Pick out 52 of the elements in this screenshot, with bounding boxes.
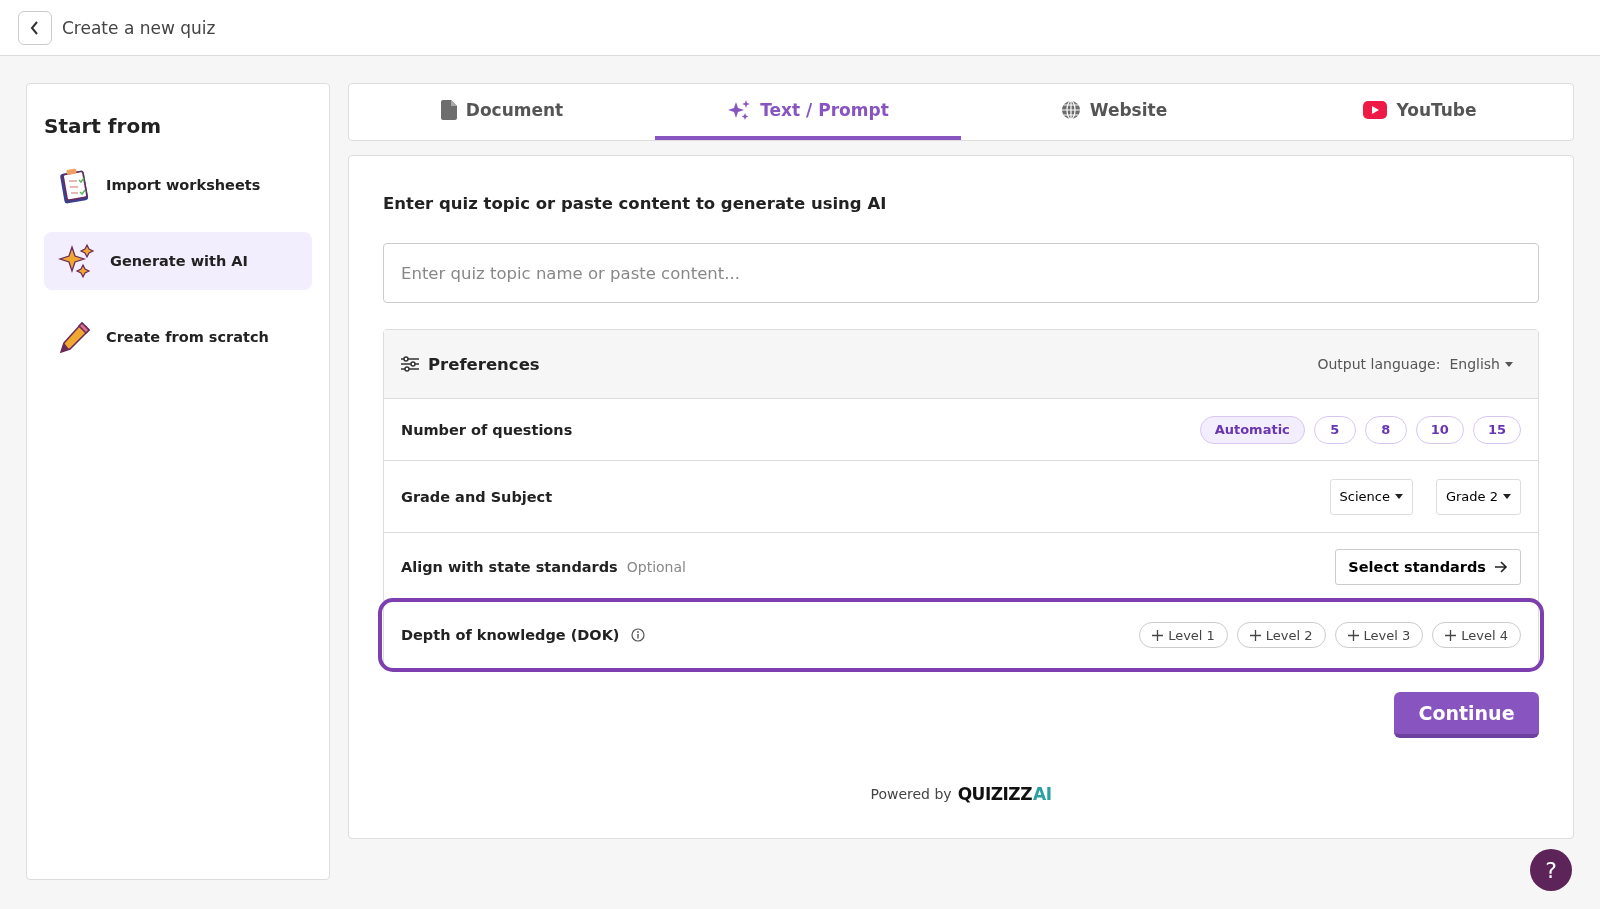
level-chip[interactable]: Level 1 xyxy=(1139,622,1228,648)
count-chip[interactable]: 8 xyxy=(1364,415,1407,444)
optional-note: Optional xyxy=(626,558,686,575)
count-chip[interactable]: 15 xyxy=(1472,415,1521,444)
pencil-icon xyxy=(58,320,92,354)
level-chip[interactable]: Level 2 xyxy=(1236,622,1326,648)
count-chip[interactable]: Automatic xyxy=(1199,415,1305,444)
caret-icon xyxy=(1505,361,1513,367)
select-dropdown[interactable]: Science xyxy=(1329,478,1413,515)
source-tab[interactable]: Text / Prompt xyxy=(655,84,961,140)
count-chip[interactable]: 10 xyxy=(1415,415,1464,444)
row-label: Depth of knowledge (DOK) xyxy=(401,627,620,643)
source-tab[interactable]: Website xyxy=(961,84,1267,140)
sidebar-title: Start from xyxy=(44,114,162,138)
preferences-title: Preferences xyxy=(428,354,540,374)
level-chip[interactable]: Level 4 xyxy=(1432,622,1521,648)
sparkles-icon xyxy=(58,243,96,279)
back-button[interactable] xyxy=(18,10,52,45)
continue-button[interactable]: Continue xyxy=(1394,692,1539,738)
sidebar-item[interactable]: Create from scratch xyxy=(44,308,312,366)
plus-icon xyxy=(1445,629,1457,641)
plus-icon xyxy=(1347,629,1359,641)
sparkles-icon xyxy=(727,99,752,121)
count-chip[interactable]: 5 xyxy=(1313,415,1356,444)
plus-icon xyxy=(1249,629,1261,641)
plus-icon xyxy=(1152,629,1164,641)
arrow-right-icon xyxy=(1494,560,1508,573)
select-dropdown[interactable]: Grade 2 xyxy=(1435,478,1521,515)
topic-input-field[interactable]: Enter quiz topic name or paste content... xyxy=(383,243,1539,303)
prompt-heading: Enter quiz topic or paste content to generate using AI xyxy=(383,194,888,213)
language-dropdown[interactable]: English xyxy=(1449,356,1513,372)
brand-logo: QUIZIZZAI xyxy=(957,784,1052,804)
row-label: Number of questions xyxy=(401,421,573,438)
select-standards-button[interactable]: Select standards xyxy=(1335,548,1521,585)
level-chip[interactable]: Level 3 xyxy=(1334,622,1424,648)
chevron-left-icon xyxy=(30,20,40,35)
powered-by-text: Powered by xyxy=(870,786,952,802)
sliders-icon xyxy=(401,356,419,372)
source-tab[interactable]: Document xyxy=(349,84,655,140)
caret-icon xyxy=(1503,494,1511,499)
globe-icon xyxy=(1060,100,1081,120)
row-label: Grade and Subject xyxy=(401,488,553,505)
help-button[interactable]: ? xyxy=(1530,849,1572,891)
language-label: Output language: xyxy=(1317,356,1441,372)
page-title: Create a new quiz xyxy=(62,17,216,38)
caret-icon xyxy=(1394,494,1403,499)
youtube-icon xyxy=(1363,101,1388,119)
sidebar-item[interactable]: Import worksheets xyxy=(44,156,312,214)
document-icon xyxy=(440,100,457,120)
source-tab[interactable]: YouTube xyxy=(1267,84,1573,140)
sidebar-item[interactable]: Generate with AI xyxy=(44,232,312,290)
row-label: Align with state standards xyxy=(401,558,618,575)
